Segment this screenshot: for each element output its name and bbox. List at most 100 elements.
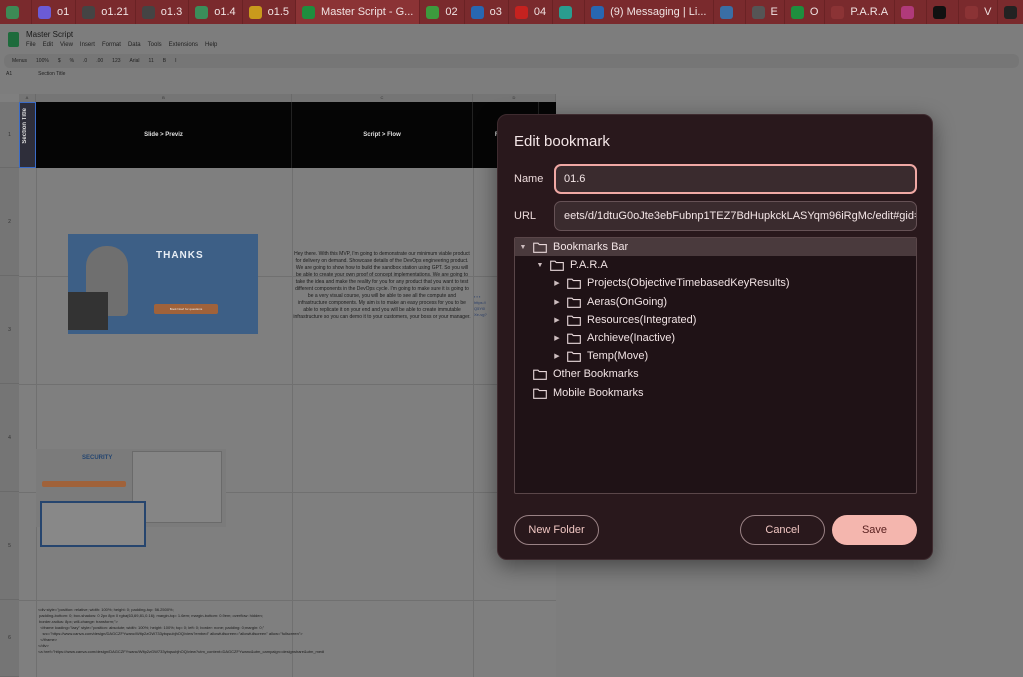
menu-view[interactable]: View bbox=[60, 42, 73, 48]
browser-tab[interactable] bbox=[0, 0, 32, 24]
browser-tab[interactable]: o1.3 bbox=[136, 0, 190, 24]
grid-divider bbox=[19, 600, 556, 601]
browser-tab[interactable]: 04 bbox=[509, 0, 554, 24]
browser-tab[interactable]: o1.5 bbox=[243, 0, 297, 24]
bookmark-folder-row[interactable]: ▶ Projects(ObjectiveTimebasedKeyResults) bbox=[515, 274, 916, 292]
doc-title[interactable]: Master Script bbox=[26, 30, 73, 39]
browser-tab[interactable]: o3 bbox=[465, 0, 509, 24]
thanks-slide-thumbnail[interactable]: THANKS Book Now! for questions bbox=[68, 234, 258, 334]
cell-reference[interactable]: A1 bbox=[6, 71, 12, 77]
row-header-4[interactable]: 4 bbox=[0, 384, 19, 492]
browser-tab[interactable]: o1.21 bbox=[76, 0, 136, 24]
name-field[interactable]: 01.6 bbox=[554, 164, 917, 194]
upwork-icon bbox=[426, 5, 440, 19]
browser-tab[interactable]: Master Script - G... bbox=[296, 0, 421, 24]
grid-divider bbox=[19, 384, 556, 385]
bookmark-folder-row[interactable]: Other Bookmarks bbox=[515, 365, 916, 383]
toolbar-item[interactable]: B bbox=[163, 58, 166, 64]
menu-data[interactable]: Data bbox=[128, 42, 141, 48]
row2-script-text[interactable]: Hey there. With this MVP, I'm going to d… bbox=[293, 251, 471, 321]
column-header-c[interactable]: C bbox=[292, 94, 473, 102]
browser-tab[interactable]: E bbox=[746, 0, 785, 24]
browser-tab[interactable]: o1 bbox=[32, 0, 77, 24]
new-folder-button[interactable]: New Folder bbox=[514, 515, 599, 545]
toolbar-item[interactable]: Menus bbox=[12, 58, 27, 64]
bookmark-folder-row[interactable]: ▶ Aeras(OnGoing) bbox=[515, 293, 916, 311]
bookmark-folder-row[interactable]: ▶ Archieve(Inactive) bbox=[515, 329, 916, 347]
row-header-5[interactable]: 5 bbox=[0, 492, 19, 600]
folder-icon bbox=[567, 278, 581, 290]
expand-right-icon[interactable]: ▶ bbox=[553, 316, 561, 324]
row-header-1[interactable]: 1 bbox=[0, 102, 19, 168]
bookmark-folder-row[interactable]: ▼ Bookmarks Bar bbox=[515, 238, 916, 256]
expand-down-icon[interactable]: ▼ bbox=[536, 262, 544, 269]
browser-tab[interactable] bbox=[895, 0, 928, 24]
row-header-2[interactable]: 2 bbox=[0, 168, 19, 276]
sheets-icon bbox=[302, 5, 316, 19]
bookmark-folder-tree: ▼ Bookmarks Bar ▼ P.A.R.A ▶ Projects(Objectiv… bbox=[514, 237, 917, 494]
gmail-icon bbox=[514, 5, 528, 19]
browser-tab-label: o1.3 bbox=[160, 6, 183, 18]
browser-tab[interactable] bbox=[927, 0, 960, 24]
toolbar-item[interactable]: % bbox=[70, 58, 74, 64]
column-header-a[interactable]: A bbox=[19, 94, 36, 102]
formula-value[interactable]: Section Title bbox=[38, 71, 65, 77]
row2-files-links[interactable]: ▪ ▪ ▪ https://Q5Yi0 Xe-vg? bbox=[474, 294, 487, 318]
cancel-button[interactable]: Cancel bbox=[740, 515, 825, 545]
save-button[interactable]: Save bbox=[832, 515, 917, 545]
toolbar-item[interactable]: I bbox=[175, 58, 176, 64]
browser-tab[interactable]: o1.4 bbox=[189, 0, 243, 24]
browser-tab[interactable]: O bbox=[785, 0, 826, 24]
browser-tab-label: o1 bbox=[57, 6, 70, 18]
folder-icon bbox=[567, 297, 581, 308]
menu-help[interactable]: Help bbox=[205, 42, 217, 48]
column-header-d[interactable]: D bbox=[473, 94, 556, 102]
slide-previz-header[interactable]: Slide > Previz bbox=[36, 102, 292, 168]
url-field[interactable]: eets/d/1dtuG0oJte3ebFubnp1TEZ7BdHupkckLA… bbox=[554, 201, 917, 231]
browser-tab-label: 02 bbox=[445, 6, 458, 18]
bookmark-folder-row[interactable]: ▼ P.A.R.A bbox=[515, 256, 916, 274]
browser-tab[interactable] bbox=[553, 0, 586, 24]
menu-edit[interactable]: Edit bbox=[43, 42, 53, 48]
browser-tab-label: o1.21 bbox=[101, 6, 129, 18]
row-header-3[interactable]: 3 bbox=[0, 276, 19, 384]
menu-insert[interactable]: Insert bbox=[80, 42, 95, 48]
screenshot-image bbox=[40, 501, 146, 547]
security-slide-thumbnail[interactable]: SECURITY bbox=[36, 449, 226, 547]
browser-tab[interactable]: 02 bbox=[420, 0, 465, 24]
thanks-heading: THANKS bbox=[156, 250, 204, 261]
browser-tab[interactable] bbox=[998, 0, 1023, 24]
script-flow-header[interactable]: Script > Flow bbox=[292, 102, 473, 168]
x-icon bbox=[933, 5, 947, 19]
bookmark-folder-row[interactable]: ▶ Temp(Move) bbox=[515, 347, 916, 365]
menu-extensions[interactable]: Extensions bbox=[169, 42, 198, 48]
row5-embed-code[interactable]: <div style="position: relative; width: 1… bbox=[38, 607, 556, 655]
bookmark-folder-row[interactable]: ▶ Resources(Integrated) bbox=[515, 311, 916, 329]
menu-format[interactable]: Format bbox=[102, 42, 121, 48]
sheet-grid: A B C D 1 2 3 4 5 6 Section Title Slide … bbox=[0, 94, 556, 677]
row-header-6[interactable]: 6 bbox=[0, 600, 19, 677]
toolbar-item[interactable]: .0 bbox=[83, 58, 87, 64]
menu-tools[interactable]: Tools bbox=[148, 42, 162, 48]
toolbar-item[interactable]: 123 bbox=[112, 58, 120, 64]
toolbar-item[interactable]: .00 bbox=[96, 58, 103, 64]
menu-file[interactable]: File bbox=[26, 42, 36, 48]
book-now-button: Book Now! for questions bbox=[154, 304, 218, 314]
browser-tab[interactable]: (9) Messaging | Li... bbox=[585, 0, 714, 24]
expand-right-icon[interactable]: ▶ bbox=[553, 352, 561, 360]
expand-right-icon[interactable]: ▶ bbox=[553, 298, 561, 306]
expand-down-icon[interactable]: ▼ bbox=[519, 244, 527, 251]
bookmark-folder-row[interactable]: Mobile Bookmarks bbox=[515, 384, 916, 402]
browser-tab[interactable]: V bbox=[959, 0, 999, 24]
expand-right-icon[interactable]: ▶ bbox=[553, 334, 561, 342]
toolbar-item[interactable]: 100% bbox=[36, 58, 49, 64]
expand-right-icon[interactable]: ▶ bbox=[553, 279, 561, 287]
browser-tab-label: (9) Messaging | Li... bbox=[610, 6, 707, 18]
column-header-b[interactable]: B bbox=[36, 94, 292, 102]
toolbar-item[interactable]: Arial bbox=[130, 58, 140, 64]
bookmark-folder-label: Projects(ObjectiveTimebasedKeyResults) bbox=[587, 277, 790, 290]
toolbar-item[interactable]: $ bbox=[58, 58, 61, 64]
toolbar-item[interactable]: 11 bbox=[149, 58, 154, 64]
browser-tab[interactable]: P.A.R.A bbox=[825, 0, 896, 24]
browser-tab[interactable] bbox=[714, 0, 746, 24]
